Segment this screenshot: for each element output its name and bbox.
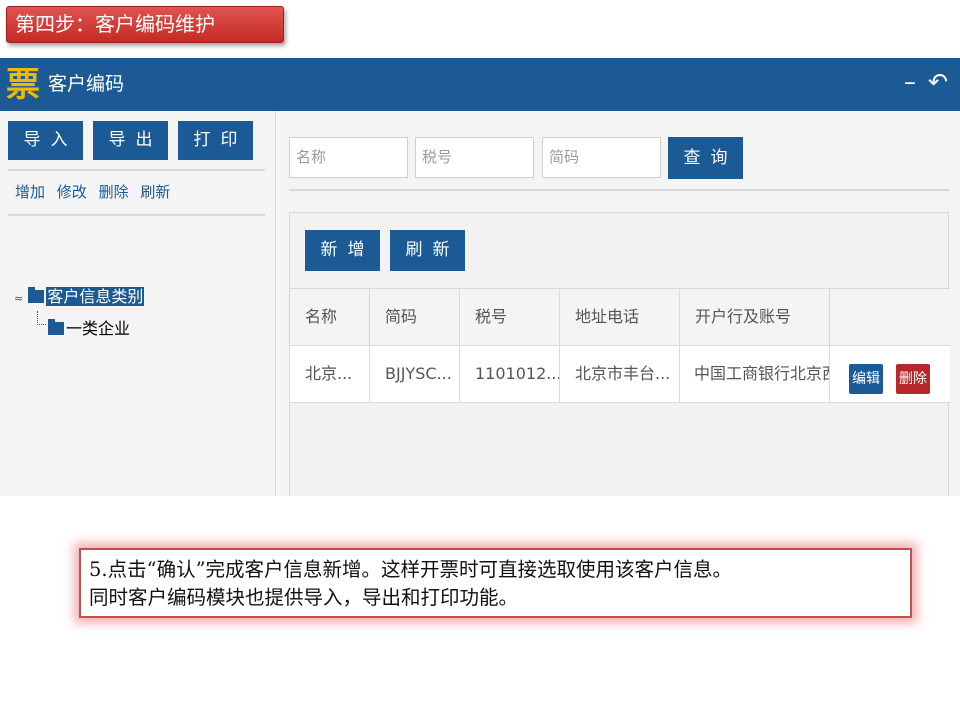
action-links: 增加 修改 删除 刷新 — [15, 181, 177, 202]
print-button[interactable]: 打印 — [178, 121, 253, 160]
tree-node-root[interactable]: ≈ 客户信息类别 — [14, 285, 145, 309]
delete-row-button[interactable]: 删除 — [896, 364, 930, 394]
folder-icon — [28, 287, 45, 303]
minimize-icon[interactable]: – — [904, 68, 916, 96]
column-header: 名称 — [290, 289, 370, 345]
column-header: 税号 — [460, 289, 560, 345]
add-link[interactable]: 增加 — [15, 183, 45, 201]
folder-icon — [48, 319, 64, 335]
refresh-link[interactable]: 刷新 — [140, 183, 170, 201]
cell-abbr: BJJYSC... — [370, 346, 460, 402]
cell-name: 北京... — [290, 346, 370, 402]
collapse-icon[interactable]: ≈ — [14, 292, 23, 305]
table-header-row: 名称 简码 税号 地址电话 开户行及账号 — [290, 288, 950, 346]
new-button[interactable]: 新增 — [305, 230, 380, 271]
note-line-2: 同时客户编码模块也提供导入，导出和打印功能。 — [89, 586, 519, 609]
tax-search-input[interactable]: 税号 — [415, 137, 534, 178]
divider — [289, 189, 949, 191]
customer-list-panel: 新增 刷新 名称 简码 税号 地址电话 开户行及账号 北京... BJJYSC.… — [289, 212, 950, 496]
refresh-button[interactable]: 刷新 — [390, 230, 465, 271]
edit-row-button[interactable]: 编辑 — [849, 364, 883, 394]
cell-address: 北京市丰台... — [560, 346, 680, 402]
tree-connector — [37, 311, 46, 325]
query-button[interactable]: 查询 — [668, 137, 743, 179]
note-line-1: 5.点击“确认”完成客户信息新增。这样开票时可直接选取使用该客户信息。 — [89, 558, 733, 581]
column-header: 地址电话 — [560, 289, 680, 345]
import-button[interactable]: 导入 — [8, 121, 83, 160]
export-button[interactable]: 导出 — [93, 121, 168, 160]
divider — [8, 214, 265, 216]
tree-node-child[interactable]: 一类企业 — [48, 317, 130, 341]
back-icon[interactable]: ↶ — [928, 68, 948, 96]
divider — [8, 169, 265, 171]
cell-bank: 中国工商银行北京西... — [680, 346, 830, 402]
tree-child-label[interactable]: 一类企业 — [66, 319, 130, 338]
column-header: 简码 — [370, 289, 460, 345]
step-title: 第四步：客户编码维护 — [6, 6, 284, 43]
cell-tax: 1101012... — [460, 346, 560, 402]
app-title: 客户编码 — [48, 73, 125, 95]
left-panel: 导入 导出 打印 增加 修改 删除 刷新 ≈ 客户信息类别 一类企业 — [0, 111, 276, 496]
title-bar: 票 客户编码 – ↶ — [0, 58, 960, 111]
delete-link[interactable]: 删除 — [99, 183, 129, 201]
table-row[interactable]: 北京... BJJYSC... 1101012... 北京市丰台... 中国工商… — [290, 346, 950, 403]
edit-link[interactable]: 修改 — [57, 183, 87, 201]
name-search-input[interactable]: 名称 — [289, 137, 408, 178]
app-logo: 票 — [6, 65, 40, 105]
instruction-note: 5.点击“确认”完成客户信息新增。这样开票时可直接选取使用该客户信息。 同时客户… — [79, 548, 912, 618]
column-header: 开户行及账号 — [680, 289, 830, 345]
app-window: 票 客户编码 – ↶ 导入 导出 打印 增加 修改 删除 刷新 ≈ 客户信息类别… — [0, 58, 960, 496]
abbr-search-input[interactable]: 简码 — [542, 137, 661, 178]
tree-root-label[interactable]: 客户信息类别 — [46, 287, 145, 306]
